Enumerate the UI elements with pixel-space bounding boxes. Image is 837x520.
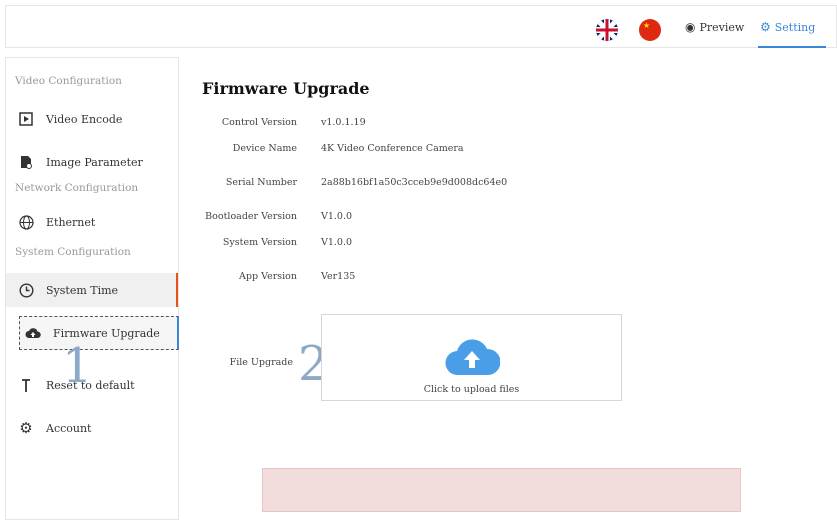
field-value: 4K Video Conference Camera (321, 143, 464, 154)
field-label: Serial Number (225, 177, 297, 188)
sidebar-item-video-encode[interactable]: Video Encode (6, 102, 178, 136)
sidebar-item-label: Account (46, 421, 92, 435)
active-tab-indicator (758, 46, 826, 48)
sidebar-item-label: Ethernet (46, 215, 96, 229)
field-label: System Version (222, 237, 297, 248)
reset-icon (18, 377, 34, 393)
china-flag-icon[interactable]: ★ (639, 19, 661, 41)
video-encode-icon (18, 111, 34, 127)
preview-label: Preview (699, 20, 745, 34)
page-title: Firmware Upgrade (202, 79, 370, 98)
cloud-upload-icon (25, 325, 41, 341)
field-label: Bootloader Version (205, 211, 297, 222)
setting-label: Setting (774, 20, 816, 34)
sidebar-item-ethernet[interactable]: Ethernet (6, 205, 178, 239)
sidebar-item-label: Video Encode (46, 112, 123, 126)
section-title-system: System Configuration (15, 246, 131, 258)
overlay-number-1: 1 (62, 338, 93, 394)
section-title-network: Network Configuration (15, 182, 139, 194)
uk-flag-icon[interactable] (596, 19, 618, 41)
gear-icon: ⚙ (19, 419, 33, 437)
field-value: V1.0.0 (321, 211, 353, 222)
setting-tab[interactable]: ⚙ Setting (760, 20, 815, 34)
preview-tab[interactable]: ◉ Preview (685, 20, 744, 34)
image-parameter-icon (18, 154, 34, 170)
field-value: v1.0.1.19 (321, 117, 366, 128)
webcam-icon: ◉ (685, 20, 696, 34)
clock-icon (18, 282, 34, 298)
gear-icon: ⚙ (760, 20, 771, 34)
sidebar: Video Configuration Video Encode Image P… (5, 57, 179, 520)
field-label: App Version (239, 271, 297, 282)
status-message-area (262, 468, 741, 512)
cloud-upload-icon (445, 339, 500, 376)
upload-instructions: Click to upload files (423, 384, 520, 395)
field-value: 2a88b16bf1a50c3cceb9e9d008dc64e0 (321, 177, 508, 188)
section-title-video: Video Configuration (15, 75, 122, 87)
sidebar-item-system-time[interactable]: System Time (6, 273, 178, 307)
sidebar-item-firmware-upgrade[interactable]: Firmware Upgrade (19, 316, 179, 350)
field-label: Control Version (221, 117, 297, 128)
field-label: Device Name (232, 143, 297, 154)
top-bar: ★ ◉ Preview ⚙ Setting (5, 5, 837, 48)
globe-icon (18, 214, 34, 230)
sidebar-item-image-parameter[interactable]: Image Parameter (6, 145, 178, 179)
sidebar-item-account[interactable]: ⚙ Account (6, 411, 178, 445)
field-value: V1.0.0 (321, 237, 353, 248)
upload-dropzone[interactable]: Click to upload files (321, 314, 622, 401)
sidebar-item-label: Image Parameter (46, 155, 143, 169)
file-upgrade-label: File Upgrade (229, 357, 293, 368)
field-value: Ver135 (321, 271, 356, 282)
sidebar-item-label: System Time (46, 283, 119, 297)
